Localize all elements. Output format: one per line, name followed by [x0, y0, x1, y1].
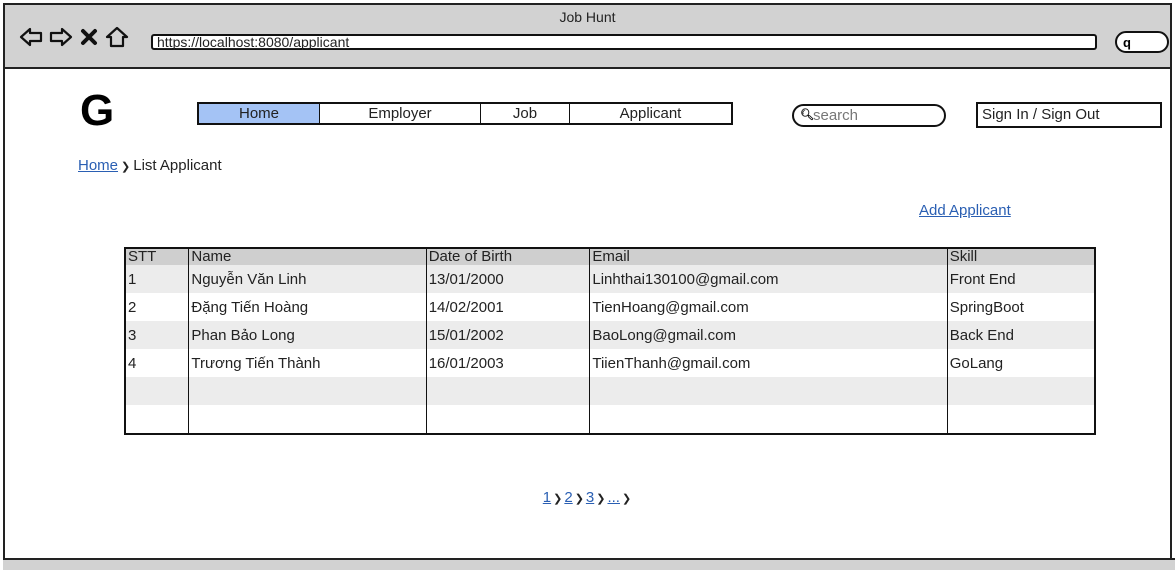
- search-input[interactable]: 🔍︎ search: [792, 104, 946, 127]
- main-nav: Home Employer Job Applicant: [197, 102, 733, 125]
- cell-skill: Front End: [946, 265, 1096, 293]
- add-applicant-link[interactable]: Add Applicant: [919, 202, 1011, 219]
- table-row[interactable]: 3 Phan Bảo Long 15/01/2002 BaoLong@gmail…: [124, 321, 1096, 349]
- back-icon[interactable]: [19, 25, 43, 49]
- cell-stt: 3: [124, 321, 190, 349]
- cell-skill: [946, 377, 1096, 405]
- cell-name: Trương Tiến Thành: [188, 349, 427, 377]
- tab-home[interactable]: Home: [199, 104, 320, 123]
- breadcrumb: Home ❯ List Applicant: [78, 157, 222, 174]
- cell-stt: [124, 405, 190, 434]
- applicant-table: STT Name Date of Birth Email Skill 1 Ngu…: [124, 247, 1096, 435]
- page-link-3[interactable]: 3: [586, 489, 594, 506]
- column-header-skill: Skill: [946, 248, 1096, 265]
- page-link-1[interactable]: 1: [543, 489, 551, 506]
- chevron-right-icon[interactable]: ❯: [622, 493, 631, 505]
- cell-stt: 4: [124, 349, 190, 377]
- tab-applicant[interactable]: Applicant: [570, 104, 731, 123]
- column-header-name: Name: [188, 248, 427, 265]
- chevron-right-icon: ❯: [553, 493, 563, 505]
- column-header-dob: Date of Birth: [425, 248, 591, 265]
- cell-email: [589, 377, 948, 405]
- cell-dob: [425, 405, 591, 434]
- table-row[interactable]: 4 Trương Tiến Thành 16/01/2003 TiienThan…: [124, 349, 1096, 377]
- cell-dob: 15/01/2002: [425, 321, 591, 349]
- cell-email: [589, 405, 948, 434]
- table-row[interactable]: 2 Đặng Tiến Hoàng 14/02/2001 TienHoang@g…: [124, 293, 1096, 321]
- cell-stt: 1: [124, 265, 190, 293]
- stop-icon[interactable]: [79, 25, 99, 49]
- cell-email: Linhthai130100@gmail.com: [589, 265, 948, 293]
- search-placeholder: search: [813, 107, 859, 124]
- cell-email: BaoLong@gmail.com: [589, 321, 948, 349]
- cell-email: TienHoang@gmail.com: [589, 293, 948, 321]
- tab-job[interactable]: Job: [481, 104, 570, 123]
- url-bar[interactable]: https://localhost:8080/applicant: [151, 34, 1097, 50]
- browser-search-field[interactable]: q: [1115, 31, 1169, 53]
- table-header-row: STT Name Date of Birth Email Skill: [124, 248, 1096, 265]
- cell-dob: [425, 377, 591, 405]
- tab-employer[interactable]: Employer: [320, 104, 481, 123]
- logo[interactable]: G: [80, 89, 114, 133]
- browser-toolbar: Job Hunt https://localhost:8080/applican…: [3, 3, 1172, 69]
- page-link-more[interactable]: ...: [607, 489, 620, 506]
- column-header-stt: STT: [124, 248, 190, 265]
- cell-skill: [946, 405, 1096, 434]
- search-icon: 🔍︎: [800, 109, 814, 121]
- table-row[interactable]: 1 Nguyễn Văn Linh 13/01/2000 Linhthai130…: [124, 265, 1096, 293]
- status-bar: [3, 558, 1175, 570]
- sign-in-out-button[interactable]: Sign In / Sign Out: [976, 102, 1162, 128]
- cell-stt: 2: [124, 293, 190, 321]
- cell-skill: Back End: [946, 321, 1096, 349]
- window-title: Job Hunt: [559, 9, 616, 25]
- cell-name: Phan Bảo Long: [188, 321, 427, 349]
- search-icon: q: [1123, 35, 1131, 50]
- pagination: 1 ❯ 2 ❯ 3 ❯... ❯: [0, 489, 1176, 506]
- cell-name: Đặng Tiến Hoàng: [188, 293, 427, 321]
- breadcrumb-home-link[interactable]: Home: [78, 157, 118, 174]
- breadcrumb-current: List Applicant: [133, 157, 222, 174]
- column-header-email: Email: [589, 248, 948, 265]
- cell-name: [188, 405, 427, 434]
- chevron-right-icon: ❯: [574, 493, 584, 505]
- cell-dob: 13/01/2000: [425, 265, 591, 293]
- cell-dob: 16/01/2003: [425, 349, 591, 377]
- cell-name: [188, 377, 427, 405]
- cell-skill: SpringBoot: [946, 293, 1096, 321]
- page-link-2[interactable]: 2: [564, 489, 572, 506]
- home-icon[interactable]: [105, 25, 129, 49]
- table-row: [124, 377, 1096, 405]
- cell-skill: GoLang: [946, 349, 1096, 377]
- browser-nav-icons: [19, 25, 129, 49]
- chevron-right-icon: ❯: [596, 493, 606, 505]
- cell-name: Nguyễn Văn Linh: [188, 265, 427, 293]
- cell-stt: [124, 377, 190, 405]
- cell-email: TiienThanh@gmail.com: [589, 349, 948, 377]
- cell-dob: 14/02/2001: [425, 293, 591, 321]
- forward-icon[interactable]: [49, 25, 73, 49]
- chevron-right-icon: ❯: [121, 161, 131, 173]
- table-row: [124, 405, 1096, 434]
